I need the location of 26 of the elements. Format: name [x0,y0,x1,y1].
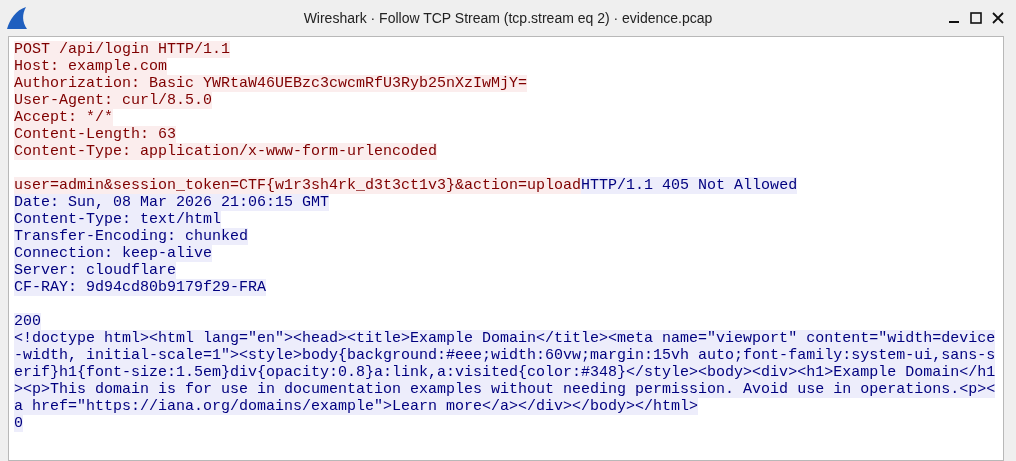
server-stream-text: 0 [14,415,23,432]
maximize-icon[interactable] [970,12,982,24]
server-stream-text: Transfer-Encoding: chunked [14,228,249,245]
server-stream-text: <!doctype html><html lang="en"><head><title>Example Domain</title><meta name="viewport" content="width=device [14,330,996,347]
server-stream-text: 200 [14,313,41,330]
client-stream-text: Content-Type: application/x-www-form-urlencoded [14,143,438,160]
client-stream-text: POST /api/login HTTP/1.1 [14,41,231,58]
server-stream-text: CF-RAY: 9d94cd80b9179f29-FRA [14,279,267,296]
client-stream-text: Content-Length: 63 [14,126,177,143]
client-stream-text: Authorization: Basic YWRtaW46UEBzc3cwcmRfU3Ryb25nXzIwMjY= [14,75,528,92]
server-stream-text: HTTP/1.1 405 Not Allowed [581,177,798,194]
server-stream-text: Connection: keep-alive [14,245,213,262]
server-stream-text: Content-Type: text/html [14,211,222,228]
server-stream-text: a href="https://iana.org/domains/example">Learn more</a></div></body></html> [14,398,699,415]
client-stream-text: User-Agent: curl/8.5.0 [14,92,213,109]
server-stream-text: ><p>This domain is for use in documentation examples without needing permission. Avoid use in operations.<p>< [14,381,996,398]
window-title: Wireshark · Follow TCP Stream (tcp.stream eq 2) · evidence.pcap [303,8,713,28]
server-stream-text: -width, initial-scale=1"><style>body{background:#eee;width:60vw;margin:15vh auto;font-family:system-ui,sans-s [14,347,996,364]
server-stream-text: erif}h1{font-size:1.5em}div{opacity:0.8}a:link,a:visited{color:#348}</style><body><div><h1>Example Domain</h1 [14,364,996,381]
server-stream-text: Server: cloudflare [14,262,177,279]
client-stream-text: Host: example.com [14,58,168,75]
close-icon[interactable] [992,12,1004,24]
client-stream-text: user=admin&session_token=CTF{w1r3sh4rk_d3t3ct1v3}&action=upload [14,177,582,194]
shark-fin-icon [4,5,30,31]
client-stream-text: Accept: */* [14,109,114,126]
server-stream-text: Date: Sun, 08 Mar 2026 21:06:15 GMT [14,194,330,211]
